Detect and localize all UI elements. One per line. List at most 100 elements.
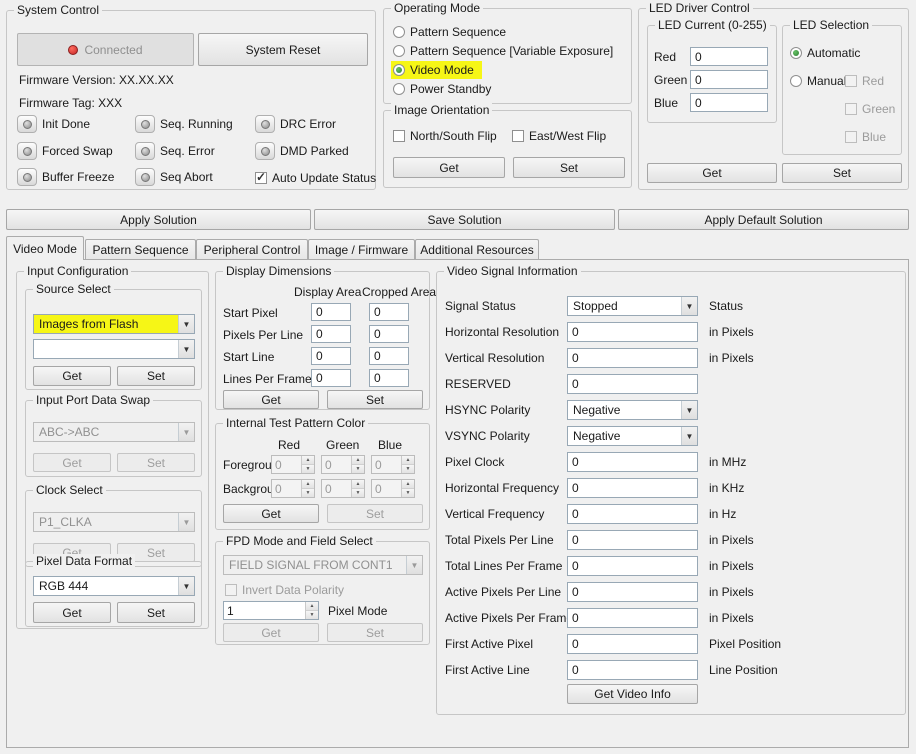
horizontal-frequency-input[interactable]	[567, 478, 698, 498]
system-reset-button[interactable]: System Reset	[198, 33, 368, 66]
tab-peripheral-control[interactable]: Peripheral Control	[196, 239, 308, 259]
clock-select-combo[interactable]: P1_CLKA ▼	[33, 512, 195, 532]
spinner-down-icon[interactable]: ▼	[352, 489, 364, 497]
radio-automatic[interactable]: Automatic	[790, 46, 860, 60]
active-pixels-per-frame-input[interactable]	[567, 608, 698, 628]
horizontal-resolution-input[interactable]	[567, 322, 698, 342]
fpd-mode-set-button[interactable]: Set	[327, 623, 423, 642]
get-video-info-button[interactable]: Get Video Info	[567, 684, 698, 704]
pixel-data-format-set-button[interactable]: Set	[117, 602, 195, 623]
spinner-up-icon[interactable]: ▲	[306, 602, 318, 611]
pixel-clock-input[interactable]	[567, 452, 698, 472]
spinner-up-icon[interactable]: ▲	[302, 456, 314, 465]
start-line-cropped-input[interactable]	[369, 347, 409, 365]
spinner-up-icon[interactable]: ▲	[402, 480, 414, 489]
radio-selected-icon	[393, 64, 405, 76]
input-port-data-swap-set-button[interactable]: Set	[117, 453, 195, 472]
image-orientation-get-button[interactable]: Get	[393, 157, 505, 178]
image-orientation-set-button[interactable]: Set	[513, 157, 625, 178]
blue-current-input[interactable]	[690, 93, 768, 112]
pixels-per-line-cropped-input[interactable]	[369, 325, 409, 343]
blue-channel-checkbox[interactable]: Blue	[845, 130, 886, 144]
radio-pattern-sequence[interactable]: Pattern Sequence	[393, 25, 506, 39]
status-led-label: Forced Swap	[42, 144, 113, 158]
foreground-red-spinner[interactable]: 0 ▲ ▼	[271, 455, 315, 474]
radio-manual[interactable]: Manual	[790, 74, 846, 88]
radio-video-mode[interactable]: Video Mode	[391, 61, 482, 79]
vsync-polarity-combo[interactable]: Negative ▼	[567, 426, 698, 446]
apply-solution-button[interactable]: Apply Solution	[6, 209, 311, 230]
input-port-data-swap-combo[interactable]: ABC->ABC ▼	[33, 422, 195, 442]
source-select-set-button[interactable]: Set	[117, 366, 195, 386]
green-channel-checkbox[interactable]: Green	[845, 102, 895, 116]
fpd-mode-get-button[interactable]: Get	[223, 623, 319, 642]
display-dimensions-set-button[interactable]: Set	[327, 390, 423, 409]
signal-status-combo[interactable]: Stopped ▼	[567, 296, 698, 316]
pixels-per-line-display-input[interactable]	[311, 325, 351, 343]
tab-image-firmware[interactable]: Image / Firmware	[308, 239, 415, 259]
spinner-down-icon[interactable]: ▼	[352, 465, 364, 473]
system-reset-label: System Reset	[245, 42, 321, 57]
pixel-data-format-combo[interactable]: RGB 444 ▼	[33, 576, 195, 596]
background-green-spinner[interactable]: 0 ▲ ▼	[321, 479, 365, 498]
auto-update-status-checkbox[interactable]: Auto Update Status	[255, 170, 376, 185]
foreground-green-spinner[interactable]: 0 ▲ ▼	[321, 455, 365, 474]
spinner-down-icon[interactable]: ▼	[306, 611, 318, 619]
red-channel-checkbox[interactable]: Red	[845, 74, 884, 88]
reserved-input[interactable]	[567, 374, 698, 394]
invert-data-polarity-checkbox[interactable]: Invert Data Polarity	[225, 583, 344, 597]
pixel-data-format-get-button[interactable]: Get	[33, 602, 111, 623]
spinner-down-icon[interactable]: ▼	[302, 489, 314, 497]
first-active-line-input[interactable]	[567, 660, 698, 680]
internal-test-pattern-set-button[interactable]: Set	[327, 504, 423, 523]
spinner-value: 0	[375, 457, 382, 472]
spinner-up-icon[interactable]: ▲	[352, 480, 364, 489]
save-solution-button[interactable]: Save Solution	[314, 209, 615, 230]
tab-video-mode[interactable]: Video Mode	[6, 236, 84, 260]
status-led-icon	[135, 115, 155, 133]
radio-power-standby[interactable]: Power Standby	[393, 82, 491, 96]
led-driver-set-button[interactable]: Set	[782, 163, 902, 183]
connected-button[interactable]: Connected	[17, 33, 194, 66]
display-dimensions-get-button[interactable]: Get	[223, 390, 319, 409]
led-selection-title: LED Selection	[790, 18, 873, 32]
east-west-flip-checkbox[interactable]: East/West Flip	[512, 129, 606, 143]
spinner-down-icon[interactable]: ▼	[402, 465, 414, 473]
start-pixel-display-input[interactable]	[311, 303, 351, 321]
tab-label: Image / Firmware	[314, 242, 409, 257]
lines-per-frame-display-input[interactable]	[311, 369, 351, 387]
active-pixels-per-line-input[interactable]	[567, 582, 698, 602]
source-select-secondary-combo[interactable]: ▼	[33, 339, 195, 359]
tab-pattern-sequence[interactable]: Pattern Sequence	[85, 239, 196, 259]
vertical-frequency-input[interactable]	[567, 504, 698, 524]
background-blue-spinner[interactable]: 0 ▲ ▼	[371, 479, 415, 498]
start-line-display-input[interactable]	[311, 347, 351, 365]
input-port-data-swap-get-button[interactable]: Get	[33, 453, 111, 472]
foreground-blue-spinner[interactable]: 0 ▲ ▼	[371, 455, 415, 474]
start-pixel-cropped-input[interactable]	[369, 303, 409, 321]
spinner-down-icon[interactable]: ▼	[402, 489, 414, 497]
north-south-flip-checkbox[interactable]: North/South Flip	[393, 129, 497, 143]
tab-additional-resources[interactable]: Additional Resources	[415, 239, 539, 259]
green-current-input[interactable]	[690, 70, 768, 89]
radio-pattern-sequence-variable-exposure[interactable]: Pattern Sequence [Variable Exposure]	[393, 44, 613, 58]
spinner-up-icon[interactable]: ▲	[302, 480, 314, 489]
total-lines-per-frame-input[interactable]	[567, 556, 698, 576]
first-active-pixel-input[interactable]	[567, 634, 698, 654]
hsync-polarity-combo[interactable]: Negative ▼	[567, 400, 698, 420]
background-red-spinner[interactable]: 0 ▲ ▼	[271, 479, 315, 498]
spinner-up-icon[interactable]: ▲	[402, 456, 414, 465]
spinner-up-icon[interactable]: ▲	[352, 456, 364, 465]
spinner-down-icon[interactable]: ▼	[302, 465, 314, 473]
fpd-field-select-combo[interactable]: FIELD SIGNAL FROM CONT1 ▼	[223, 555, 423, 575]
lines-per-frame-cropped-input[interactable]	[369, 369, 409, 387]
led-driver-get-button[interactable]: Get	[647, 163, 777, 183]
vertical-resolution-input[interactable]	[567, 348, 698, 368]
apply-default-solution-button[interactable]: Apply Default Solution	[618, 209, 909, 230]
total-pixels-per-line-input[interactable]	[567, 530, 698, 550]
internal-test-pattern-get-button[interactable]: Get	[223, 504, 319, 523]
pixel-mode-spinner[interactable]: 1 ▲ ▼	[223, 601, 319, 620]
source-select-combo[interactable]: Images from Flash ▼	[33, 314, 195, 334]
source-select-get-button[interactable]: Get	[33, 366, 111, 386]
red-current-input[interactable]	[690, 47, 768, 66]
